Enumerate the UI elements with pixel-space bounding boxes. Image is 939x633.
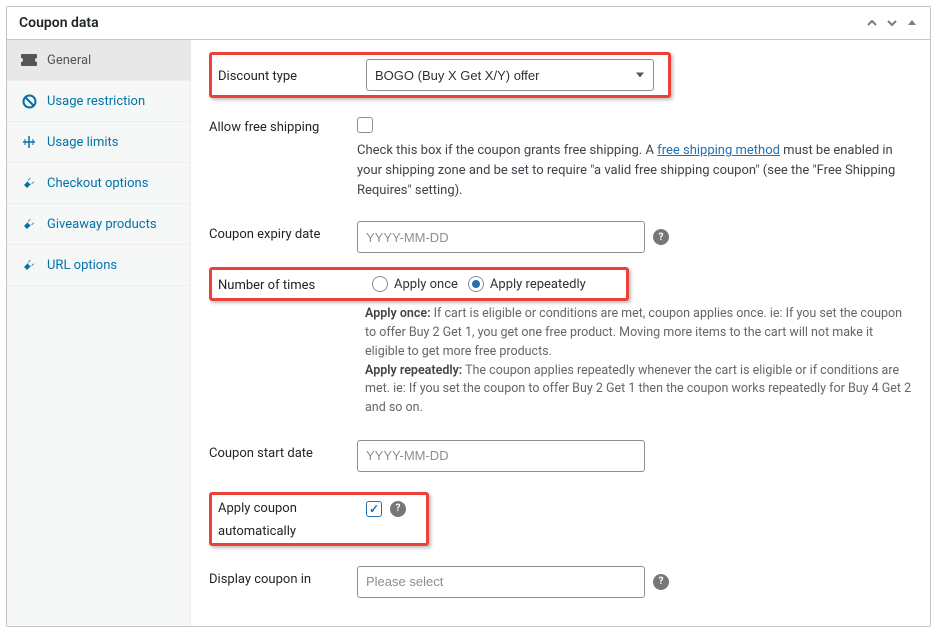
sidebar-item-label: Checkout options [47, 176, 148, 191]
sidebar-item-general[interactable]: General [7, 40, 190, 81]
display-in-label: Display coupon in [209, 566, 357, 587]
panel-title: Coupon data [19, 15, 99, 31]
panel-controls [866, 17, 918, 29]
sidebar-item-label: Giveaway products [47, 217, 157, 232]
apply-auto-label-2: automatically [218, 524, 366, 539]
sidebar-item-label: URL options [47, 258, 117, 273]
discount-type-label: Discount type [218, 66, 366, 84]
apply-repeatedly-label: Apply repeatedly [490, 277, 586, 292]
sidebar-item-usage-limits[interactable]: Usage limits [7, 122, 190, 163]
sliders-icon [21, 134, 37, 150]
sidebar-item-usage-restriction[interactable]: Usage restriction [7, 81, 190, 122]
ticket-icon [21, 52, 37, 68]
sidebar-item-url-options[interactable]: URL options [7, 245, 190, 286]
start-date-input[interactable] [357, 440, 645, 472]
panel-header: Coupon data [7, 7, 930, 40]
content-area: Discount type BOGO (Buy X Get X/Y) offer… [191, 40, 930, 626]
order-down-icon[interactable] [886, 17, 898, 29]
free-shipping-row: Allow free shipping Check this box if th… [209, 104, 912, 211]
apply-repeatedly-radio[interactable] [468, 276, 484, 292]
expiry-date-input[interactable] [357, 221, 645, 253]
expiry-date-row: Coupon expiry date ? [209, 211, 912, 263]
sidebar: General Usage restriction Usage limits C… [7, 40, 191, 626]
expiry-date-label: Coupon expiry date [209, 221, 357, 242]
display-in-row: Display coupon in ? [209, 556, 912, 608]
toggle-panel-icon[interactable] [906, 17, 918, 29]
sidebar-item-label: General [47, 53, 91, 68]
free-shipping-label: Allow free shipping [209, 114, 357, 135]
display-in-input[interactable] [357, 566, 645, 598]
discount-type-select-wrap: BOGO (Buy X Get X/Y) offer [366, 59, 654, 91]
discount-type-select[interactable]: BOGO (Buy X Get X/Y) offer [366, 59, 654, 91]
apply-auto-row: Apply coupon automatically ? [209, 492, 429, 546]
sidebar-item-label: Usage limits [47, 135, 118, 150]
start-date-row: Coupon start date [209, 430, 912, 482]
help-icon[interactable]: ? [653, 229, 669, 245]
apply-auto-checkbox[interactable] [366, 501, 382, 517]
free-shipping-description: Check this box if the coupon grants free… [357, 141, 912, 201]
apply-explanation: Apply once: If cart is eligible or condi… [365, 305, 912, 418]
discount-type-row: Discount type BOGO (Buy X Get X/Y) offer [209, 52, 671, 98]
coupon-data-panel: Coupon data General Usage restriction Us… [6, 6, 931, 627]
number-of-times-row: Number of times Apply once Apply repeate… [209, 267, 629, 301]
start-date-label: Coupon start date [209, 440, 357, 461]
apply-once-radio[interactable] [372, 276, 388, 292]
wrench-icon [21, 216, 37, 232]
ban-icon [21, 93, 37, 109]
number-of-times-label: Number of times [218, 275, 366, 293]
wrench-icon [21, 257, 37, 273]
apply-auto-label-1: Apply coupon [218, 499, 366, 516]
free-shipping-checkbox[interactable] [357, 117, 373, 133]
help-icon[interactable]: ? [390, 501, 406, 517]
sidebar-item-label: Usage restriction [47, 94, 145, 109]
sidebar-item-checkout-options[interactable]: Checkout options [7, 163, 190, 204]
order-up-icon[interactable] [866, 17, 878, 29]
wrench-icon [21, 175, 37, 191]
apply-once-label: Apply once [394, 277, 458, 292]
help-icon[interactable]: ? [653, 574, 669, 590]
panel-body: General Usage restriction Usage limits C… [7, 40, 930, 626]
free-shipping-method-link[interactable]: free shipping method [657, 143, 780, 158]
sidebar-item-giveaway-products[interactable]: Giveaway products [7, 204, 190, 245]
